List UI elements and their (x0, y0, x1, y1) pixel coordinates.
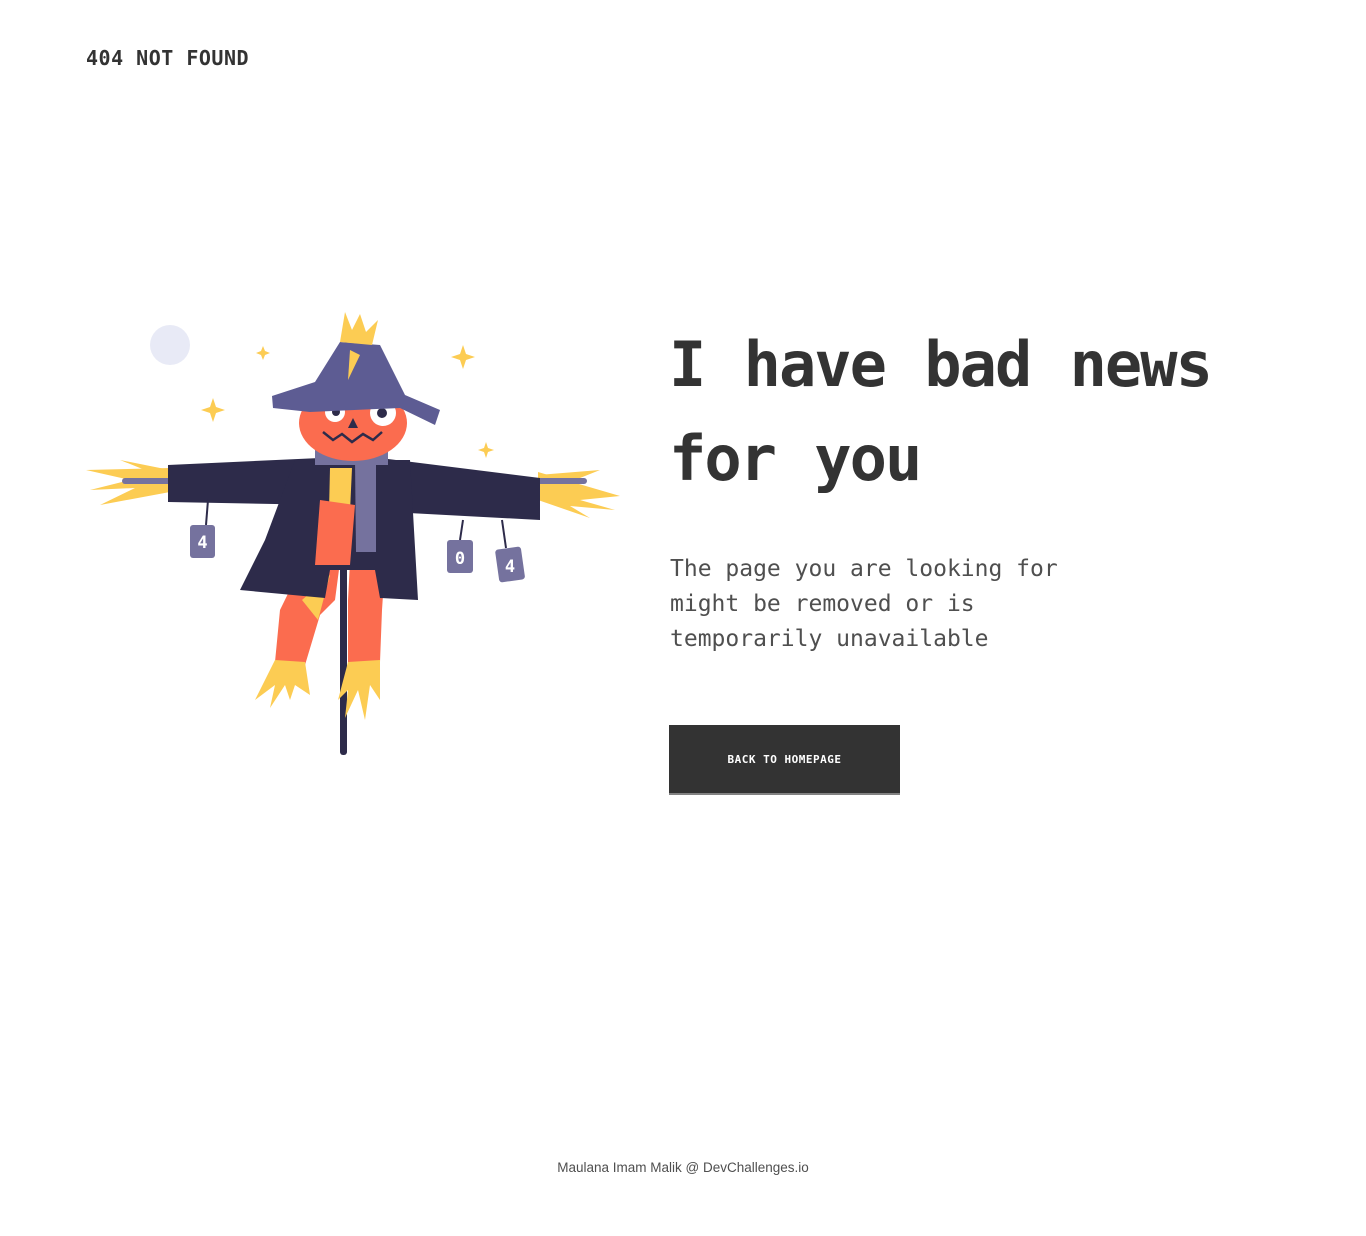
can-3: 4 (495, 519, 525, 583)
can-2: 0 (447, 519, 473, 573)
back-to-homepage-button[interactable]: BACK TO HOMEPAGE (669, 725, 900, 793)
site-title: 404 NOT FOUND (86, 46, 250, 70)
can-digit-1: 4 (197, 533, 207, 553)
can-digit-2: 0 (455, 549, 465, 569)
pole-shape (340, 550, 347, 755)
can-1: 4 (190, 499, 215, 558)
can-digit-3: 4 (505, 557, 515, 577)
page-headline: I have bad news for you (669, 328, 1213, 495)
footer-credit: Maulana Imam Malik @ DevChallenges.io (557, 1160, 809, 1175)
moon-shape (150, 325, 190, 365)
error-description: The page you are looking for might be re… (670, 556, 1058, 652)
scarecrow-illustration: 4 0 4 (86, 312, 620, 755)
